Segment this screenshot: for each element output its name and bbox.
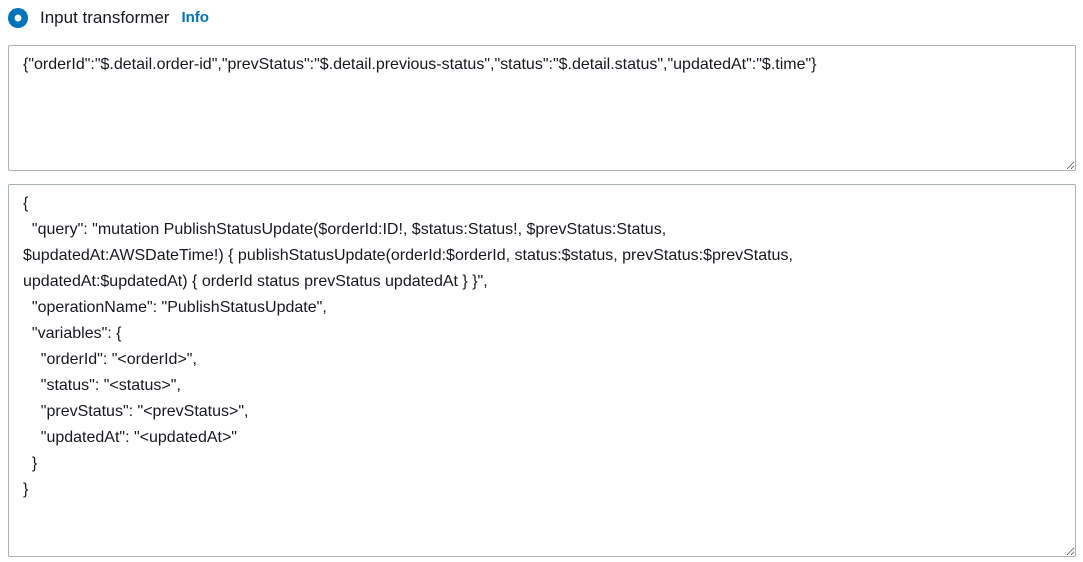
radio-selected-dot-icon [14,14,22,22]
input-transformer-section: Input transformer Info {"orderId":"$.det… [0,0,1083,557]
input-path-textarea[interactable]: {"orderId":"$.detail.order-id","prevStat… [8,45,1076,171]
input-transformer-radio-row: Input transformer Info [8,8,1076,28]
input-transformer-label[interactable]: Input transformer [40,8,169,28]
input-transformer-radio[interactable] [8,8,28,28]
info-link[interactable]: Info [181,8,209,28]
input-template-textarea[interactable]: { "query": "mutation PublishStatusUpdate… [8,184,1076,557]
